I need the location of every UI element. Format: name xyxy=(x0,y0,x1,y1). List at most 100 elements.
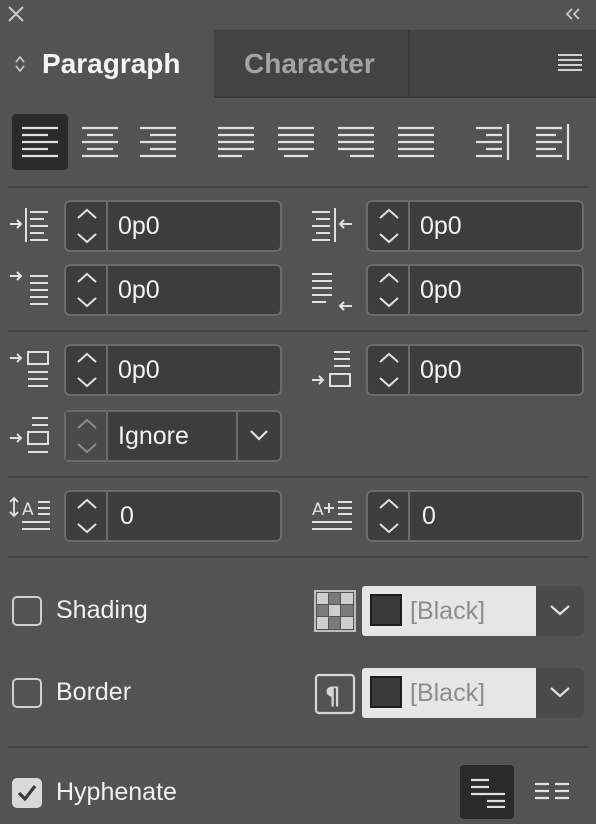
space-before-icon xyxy=(10,351,49,387)
divider xyxy=(8,330,588,332)
justify-last-left-button[interactable] xyxy=(208,114,264,170)
stepper-arrows-icon xyxy=(77,208,97,244)
right-indent-icon xyxy=(312,208,352,242)
drop-cap-chars-stepper[interactable] xyxy=(368,492,410,540)
justify-last-center-button[interactable] xyxy=(268,114,324,170)
border-label: Border xyxy=(56,678,132,706)
space-before-value[interactable]: 0p0 xyxy=(118,346,160,394)
drop-cap-lines-icon: A xyxy=(9,496,50,530)
left-indent-value[interactable]: 0p0 xyxy=(118,202,160,250)
last-line-right-indent-value[interactable]: 0p0 xyxy=(420,266,462,314)
tab-paragraph[interactable]: Paragraph xyxy=(0,30,214,98)
align-away-from-spine-icon xyxy=(536,124,570,160)
stepper-arrows-icon xyxy=(379,352,399,388)
space-before-field[interactable]: 0p0 xyxy=(64,344,282,396)
shading-label: Shading xyxy=(56,596,148,624)
drop-cap-chars-icon: A xyxy=(312,500,352,530)
border-checkbox[interactable] xyxy=(12,678,42,708)
space-after-stepper[interactable] xyxy=(368,346,410,394)
alignment-buttons xyxy=(0,114,596,172)
align-center-button[interactable] xyxy=(72,114,128,170)
stepper-arrows-icon xyxy=(379,272,399,308)
divider xyxy=(8,746,588,748)
space-after-value[interactable]: 0p0 xyxy=(420,346,462,394)
align-towards-spine-button[interactable] xyxy=(466,114,522,170)
single-line-composer-button[interactable] xyxy=(460,765,514,819)
last-line-right-indent-stepper[interactable] xyxy=(368,266,410,314)
drop-cap-lines-field[interactable]: 0 xyxy=(64,490,282,542)
single-line-composer-icon xyxy=(471,778,505,808)
first-line-indent-icon xyxy=(10,271,48,305)
space-after-field[interactable]: 0p0 xyxy=(366,344,584,396)
justify-last-center-icon xyxy=(278,126,314,158)
divider xyxy=(8,476,588,478)
chevron-down-icon xyxy=(250,430,268,441)
color-swatch xyxy=(370,676,402,708)
shading-checkbox[interactable] xyxy=(12,596,42,626)
border-color-value: [Black] xyxy=(410,679,486,707)
stepper-arrows-icon xyxy=(77,418,97,454)
right-indent-value[interactable]: 0p0 xyxy=(420,202,462,250)
first-line-indent-value[interactable]: 0p0 xyxy=(118,266,160,314)
drop-cap-chars-value[interactable]: 0 xyxy=(422,492,436,540)
border-color-field[interactable]: [Black] xyxy=(362,668,536,718)
border-color-dropdown[interactable] xyxy=(536,668,584,718)
paragraph-composer-icon xyxy=(535,782,569,800)
align-right-icon xyxy=(140,126,176,158)
last-line-right-indent-icon xyxy=(312,273,352,311)
shading-color-value: [Black] xyxy=(410,597,486,625)
left-indent-icon xyxy=(10,208,48,242)
shading-color-field[interactable]: [Black] xyxy=(362,586,536,636)
svg-text:A: A xyxy=(22,500,34,520)
align-to-grid-value[interactable]: Ignore xyxy=(118,412,189,460)
left-indent-field[interactable]: 0p0 xyxy=(64,200,282,252)
align-to-grid-dropdown-button[interactable] xyxy=(236,412,280,460)
align-left-button[interactable] xyxy=(12,114,68,170)
right-indent-field[interactable]: 0p0 xyxy=(366,200,584,252)
align-towards-spine-icon xyxy=(476,124,510,160)
divider xyxy=(8,556,588,558)
close-icon[interactable] xyxy=(6,4,26,24)
hyphenate-checkbox[interactable] xyxy=(12,778,42,808)
double-chevron-left-icon[interactable] xyxy=(564,6,582,22)
first-line-indent-field[interactable]: 0p0 xyxy=(64,264,282,316)
stepper-arrows-icon xyxy=(77,272,97,308)
last-line-right-indent-field[interactable]: 0p0 xyxy=(366,264,584,316)
align-away-from-spine-button[interactable] xyxy=(526,114,582,170)
align-left-icon xyxy=(22,126,58,158)
paragraph-composer-button[interactable] xyxy=(524,765,578,819)
panel-header xyxy=(0,0,596,30)
align-right-button[interactable] xyxy=(130,114,186,170)
hyphenate-label: Hyphenate xyxy=(56,778,177,806)
up-down-arrows-icon[interactable] xyxy=(14,54,26,74)
chevron-down-icon xyxy=(550,605,570,616)
drop-cap-lines-value[interactable]: 0 xyxy=(120,492,134,540)
align-to-grid-stepper xyxy=(66,412,108,460)
tab-paragraph-label: Paragraph xyxy=(42,48,181,79)
hamburger-menu-icon[interactable] xyxy=(556,52,584,74)
stepper-arrows-icon xyxy=(379,208,399,244)
first-line-indent-stepper[interactable] xyxy=(66,266,108,314)
align-to-grid-select[interactable]: Ignore xyxy=(64,410,282,462)
stepper-arrows-icon xyxy=(379,498,399,534)
justify-all-icon xyxy=(398,126,434,158)
paragraph-border-icon[interactable]: ¶ xyxy=(314,673,356,715)
svg-text:¶: ¶ xyxy=(325,682,340,710)
drop-cap-lines-stepper[interactable] xyxy=(66,492,108,540)
color-swatch xyxy=(370,594,402,626)
drop-cap-chars-field[interactable]: 0 xyxy=(366,490,584,542)
checkmark-icon xyxy=(17,785,37,802)
shading-pattern-icon[interactable] xyxy=(314,590,356,632)
tab-character-label: Character xyxy=(244,48,375,79)
shading-color-dropdown[interactable] xyxy=(536,586,584,636)
space-before-stepper[interactable] xyxy=(66,346,108,394)
left-indent-stepper[interactable] xyxy=(66,202,108,250)
justify-last-right-icon xyxy=(338,126,374,158)
right-indent-stepper[interactable] xyxy=(368,202,410,250)
justify-last-left-icon xyxy=(218,126,254,158)
align-center-icon xyxy=(82,126,118,158)
justify-last-right-button[interactable] xyxy=(328,114,384,170)
tab-character[interactable]: Character xyxy=(216,30,410,98)
divider xyxy=(8,186,588,188)
justify-all-button[interactable] xyxy=(388,114,444,170)
